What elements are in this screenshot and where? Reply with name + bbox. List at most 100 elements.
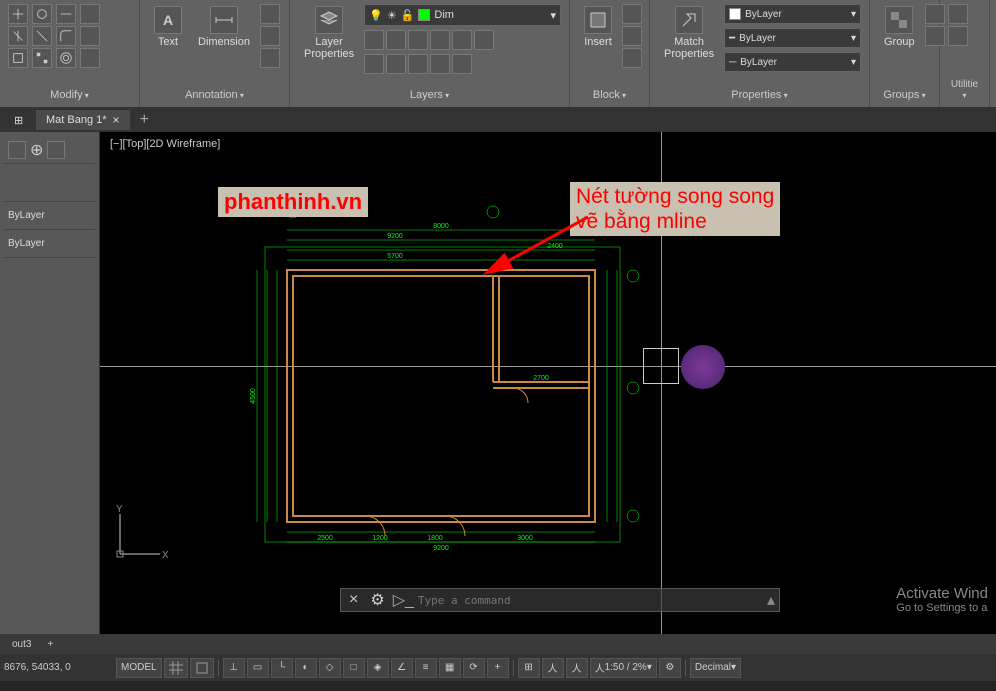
leader-icon[interactable] (260, 4, 280, 24)
lineweight-toggle[interactable]: ≡ (415, 658, 437, 678)
quick-properties-toggle[interactable]: ⊞ (518, 658, 540, 678)
start-tab[interactable]: ⊞ (4, 111, 34, 130)
linetype-icon: ─ (729, 57, 736, 68)
hatch-icon[interactable] (260, 48, 280, 68)
layer-tool-8[interactable] (386, 54, 406, 74)
lineweight-dropdown[interactable]: ━ByLayer▾ (724, 28, 861, 48)
drawing-tab-label: Mat Bang 1* (46, 114, 107, 126)
coordinates[interactable]: 8676, 54033, 0 (4, 662, 114, 673)
block-attr-icon[interactable] (622, 48, 642, 68)
layer-tool-10[interactable] (430, 54, 450, 74)
start-grid-icon: ⊞ (14, 114, 23, 127)
svg-text:2700: 2700 (533, 375, 549, 382)
osnap-toggle[interactable]: □ (343, 658, 365, 678)
palette-bylayer-2[interactable]: ByLayer (8, 238, 45, 249)
tab-close-icon[interactable]: × (113, 113, 120, 127)
trim-icon[interactable] (32, 26, 52, 46)
linetype-dropdown[interactable]: ─ByLayer▾ (724, 52, 861, 72)
panel-block: Insert Block (570, 0, 650, 107)
sun-icon: ☀ (387, 9, 397, 22)
cursor-glow (681, 345, 725, 389)
otrack-toggle[interactable]: ∠ (391, 658, 413, 678)
group-button[interactable]: Group (878, 4, 921, 50)
insert-button[interactable]: Insert (578, 4, 618, 50)
mirror-icon[interactable] (8, 26, 28, 46)
polar-toggle[interactable]: ◐ (295, 658, 317, 678)
cmdline-close-icon[interactable]: × (345, 591, 362, 609)
panel-annotation-title[interactable]: Annotation (148, 87, 281, 103)
panel-utilities-title[interactable]: Utilitie (948, 77, 981, 103)
layer-tool-1[interactable] (364, 30, 384, 50)
panel-modify-title[interactable]: Modify (8, 87, 131, 103)
panel-groups-title[interactable]: Groups (878, 87, 931, 103)
color-swatch-icon (729, 8, 741, 20)
viewport-label[interactable]: [−][Top][2D Wireframe] (110, 138, 220, 150)
layer-tool-2[interactable] (386, 30, 406, 50)
dimension-button[interactable]: Dimension (192, 4, 256, 50)
layer-tool-11[interactable] (452, 54, 472, 74)
panel-annotation: A Text Dimension Annotation (140, 0, 290, 107)
stretch-icon[interactable] (56, 4, 76, 24)
layer-tool-3[interactable] (408, 30, 428, 50)
3dosnap-toggle[interactable]: ◈ (367, 658, 389, 678)
ucs-icon[interactable]: X Y (110, 504, 170, 564)
bulb-icon: 💡 (369, 9, 383, 22)
palette-bylayer-1[interactable]: ByLayer (8, 210, 45, 221)
match-properties-button[interactable]: Match Properties (658, 4, 720, 62)
scale-icon[interactable] (8, 48, 28, 68)
layout-tab-plus[interactable]: + (39, 637, 61, 652)
cmdline-customize-icon[interactable]: ⚙ (366, 590, 388, 610)
layer-tool-7[interactable] (364, 54, 384, 74)
break-icon[interactable] (80, 48, 100, 68)
workspace-switching[interactable]: ⚙ (659, 658, 681, 678)
fillet-icon[interactable] (56, 26, 76, 46)
autoscale-toggle[interactable]: 人 (566, 658, 588, 678)
utility-icon[interactable] (948, 26, 968, 46)
layer-properties-button[interactable]: Layer Properties (298, 4, 360, 62)
text-button[interactable]: A Text (148, 4, 188, 50)
command-input[interactable] (418, 594, 763, 607)
block-edit-icon[interactable] (622, 26, 642, 46)
panel-block-title[interactable]: Block (578, 87, 641, 103)
model-button[interactable]: MODEL (116, 658, 162, 678)
measure-icon[interactable] (948, 4, 968, 24)
offset-icon[interactable] (56, 48, 76, 68)
layer-tool-4[interactable] (430, 30, 450, 50)
palette-icon-1[interactable] (8, 141, 26, 159)
color-dropdown[interactable]: ByLayer▾ (724, 4, 861, 24)
current-layer-dropdown[interactable]: 💡 ☀ 🔓 Dim ▾ (364, 4, 561, 26)
layer-color-swatch (418, 9, 430, 21)
drawing-tab[interactable]: Mat Bang 1* × (36, 110, 130, 130)
annotation-monitor-toggle[interactable]: + (487, 658, 509, 678)
svg-text:A: A (163, 12, 173, 28)
explode-icon[interactable] (80, 4, 100, 24)
transparency-toggle[interactable]: ▦ (439, 658, 461, 678)
layer-tool-5[interactable] (452, 30, 472, 50)
command-line[interactable]: × ⚙ ▷_ ▴ (340, 588, 780, 612)
isodraft-toggle[interactable]: ◇ (319, 658, 341, 678)
chamfer-icon[interactable] (80, 26, 100, 46)
snap-toggle[interactable] (190, 658, 214, 678)
modify-icon-1[interactable] (8, 4, 28, 24)
palette-icon-2[interactable] (47, 141, 65, 159)
panel-properties-title[interactable]: Properties (658, 87, 861, 103)
block-create-icon[interactable] (622, 4, 642, 24)
layer-tool-6[interactable] (474, 30, 494, 50)
ortho-toggle[interactable]: └ (271, 658, 293, 678)
array-icon[interactable] (32, 48, 52, 68)
rotate-icon[interactable] (32, 4, 52, 24)
layer-tool-9[interactable] (408, 54, 428, 74)
annotation-scale[interactable]: 人 1:50 / 2% ▾ (590, 658, 657, 678)
document-tabs: ⊞ Mat Bang 1* × + (0, 108, 996, 132)
dynamic-input-toggle[interactable]: ▭ (247, 658, 269, 678)
infer-constraints-toggle[interactable]: ⊥ (223, 658, 245, 678)
table-icon[interactable] (260, 26, 280, 46)
model-viewport[interactable]: [−][Top][2D Wireframe] (100, 132, 996, 634)
panel-layers-title[interactable]: Layers (298, 87, 561, 103)
grid-toggle[interactable] (164, 658, 188, 678)
units-display[interactable]: Decimal ▾ (690, 658, 741, 678)
selection-cycling-toggle[interactable]: ⟳ (463, 658, 485, 678)
annotation-visibility-toggle[interactable]: 人 (542, 658, 564, 678)
layout-tab-3[interactable]: out3 (4, 637, 39, 652)
new-tab-button[interactable]: + (132, 111, 157, 129)
